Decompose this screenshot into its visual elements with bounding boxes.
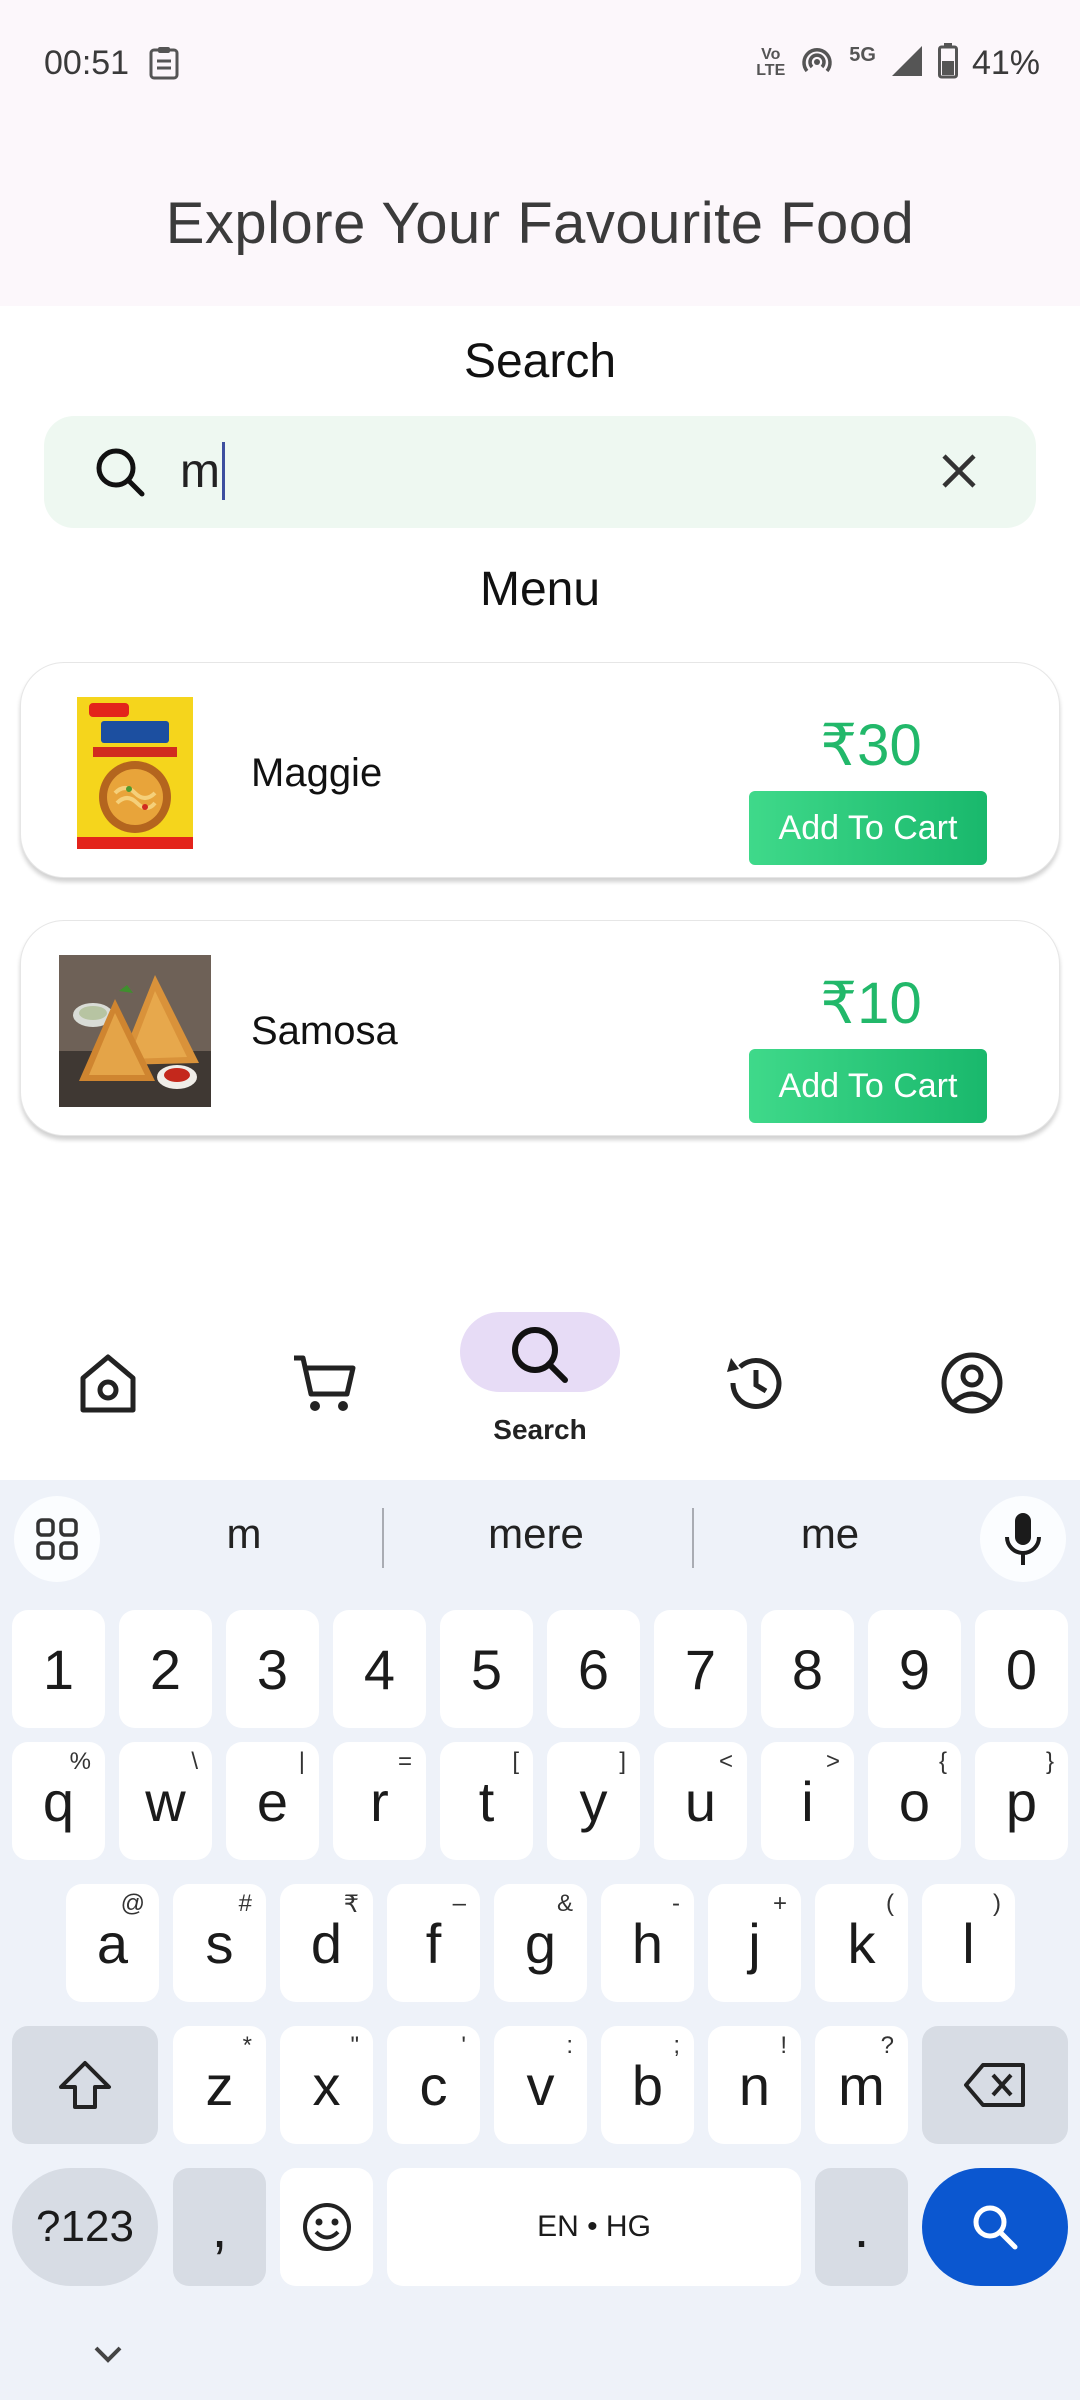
key-5[interactable]: 5: [440, 1610, 533, 1728]
status-bar: 00:51 Vo LTE 5G 41%: [0, 0, 1080, 126]
key-o[interactable]: o{: [868, 1742, 961, 1860]
search-bar[interactable]: m: [44, 416, 1036, 528]
space-key[interactable]: EN • HG: [387, 2168, 801, 2286]
key-t[interactable]: t[: [440, 1742, 533, 1860]
emoji-key[interactable]: [280, 2168, 373, 2286]
key-w[interactable]: w \: [119, 1742, 212, 1860]
suggestion-3[interactable]: me: [730, 1510, 930, 1558]
profile-icon: [941, 1352, 1003, 1414]
symbols-key[interactable]: ?123: [12, 2168, 158, 2286]
samosa-image: [59, 955, 211, 1107]
backspace-icon: [964, 2063, 1025, 2107]
backspace-key[interactable]: [922, 2026, 1068, 2144]
nav-search[interactable]: [460, 1300, 620, 1480]
nav-history[interactable]: [676, 1300, 836, 1480]
nav-home[interactable]: [28, 1300, 188, 1480]
search-icon: [92, 444, 148, 505]
key-c[interactable]: c ': [387, 2026, 480, 2144]
key-9[interactable]: 9: [868, 1610, 961, 1728]
status-time: 00:51: [44, 44, 130, 82]
shift-key[interactable]: [12, 2026, 158, 2144]
emoji-icon: [302, 2203, 351, 2251]
microphone-icon[interactable]: [980, 1496, 1066, 1582]
key-p[interactable]: p}: [975, 1742, 1068, 1860]
key-b[interactable]: b;: [601, 2026, 694, 2144]
key-m[interactable]: m?: [815, 2026, 908, 2144]
signal-icon: [890, 44, 924, 83]
food-name: Samosa: [251, 1009, 398, 1053]
key-x[interactable]: x ": [280, 2026, 373, 2144]
key-l[interactable]: l): [922, 1884, 1015, 2002]
suggestion-strip: m mere me: [0, 1480, 1080, 1598]
maggie-image: [59, 697, 211, 849]
menu-item-card: Maggie ₹30 Add To Cart: [20, 662, 1060, 878]
suggestion-2[interactable]: mere: [436, 1510, 636, 1558]
key-1[interactable]: 1: [12, 1610, 105, 1728]
search-section-label: Search: [463, 335, 617, 388]
battery-percent: 41%: [971, 43, 1040, 82]
key-a[interactable]: a @: [66, 1884, 159, 2002]
key-g[interactable]: g &: [494, 1884, 587, 2002]
page-title: Explore Your Favourite Food: [165, 191, 915, 256]
key-h[interactable]: h-: [601, 1884, 694, 2002]
home-icon: [80, 1354, 136, 1413]
key-s[interactable]: s #: [173, 1884, 266, 2002]
key-f[interactable]: f –: [387, 1884, 480, 2002]
search-input[interactable]: m: [180, 442, 225, 500]
key-i[interactable]: i >: [761, 1742, 854, 1860]
period-key[interactable]: .: [815, 2168, 908, 2286]
food-price: ₹10: [820, 971, 922, 1036]
volte-indicator: Vo LTE: [756, 46, 786, 79]
key-k[interactable]: k(: [815, 1884, 908, 2002]
key-3[interactable]: 3: [226, 1610, 319, 1728]
key-8[interactable]: 8: [761, 1610, 854, 1728]
nav-profile[interactable]: [892, 1300, 1052, 1480]
key-z[interactable]: z *: [173, 2026, 266, 2144]
key-v[interactable]: v:: [494, 2026, 587, 2144]
suggestion-1[interactable]: m: [144, 1510, 344, 1558]
suggestion-divider: [692, 1508, 694, 1568]
bottom-navigation: Search: [0, 1300, 1080, 1480]
menu-section-label: Menu: [479, 563, 601, 616]
key-4[interactable]: 4: [333, 1610, 426, 1728]
history-icon: [727, 1358, 782, 1410]
key-y[interactable]: y]: [547, 1742, 640, 1860]
keyboard-apps-icon[interactable]: [14, 1496, 100, 1582]
comma-key[interactable]: ,: [173, 2168, 266, 2286]
key-7[interactable]: 7: [654, 1610, 747, 1728]
search-icon: [512, 1327, 568, 1383]
cart-icon: [294, 1355, 356, 1411]
menu-item-card: Samosa ₹10 Add To Cart: [20, 920, 1060, 1136]
key-2[interactable]: 2: [119, 1610, 212, 1728]
key-e[interactable]: e |: [226, 1742, 319, 1860]
key-q[interactable]: q%: [12, 1742, 105, 1860]
on-screen-keyboard: m mere me 1 2 3 4 5 6 7 8 9 0 q% w \ e | r…: [0, 1480, 1080, 2400]
food-price: ₹30: [820, 713, 922, 778]
add-to-cart-button[interactable]: Add To Cart: [749, 791, 987, 865]
key-0[interactable]: 0: [975, 1610, 1068, 1728]
suggestion-divider: [382, 1508, 384, 1568]
add-to-cart-button[interactable]: Add To Cart: [749, 1049, 987, 1123]
hotspot-icon: [799, 43, 835, 84]
battery-icon: [937, 42, 958, 84]
nav-search-label: Search: [493, 1414, 587, 1445]
nav-cart[interactable]: [244, 1300, 404, 1480]
shift-icon: [59, 2061, 111, 2109]
food-name: Maggie: [251, 751, 383, 795]
key-r[interactable]: r =: [333, 1742, 426, 1860]
key-n[interactable]: n!: [708, 2026, 801, 2144]
keyboard-collapse-icon[interactable]: [90, 2342, 126, 2371]
notification-note-icon: [148, 46, 180, 85]
search-icon: [973, 2205, 1018, 2250]
key-d[interactable]: d ₹: [280, 1884, 373, 2002]
text-cursor: [221, 442, 225, 500]
network-type: 5G: [849, 43, 876, 66]
key-6[interactable]: 6: [547, 1610, 640, 1728]
key-j[interactable]: j +: [708, 1884, 801, 2002]
clear-icon[interactable]: [936, 448, 982, 499]
search-action-key[interactable]: [922, 2168, 1068, 2286]
key-u[interactable]: u <: [654, 1742, 747, 1860]
